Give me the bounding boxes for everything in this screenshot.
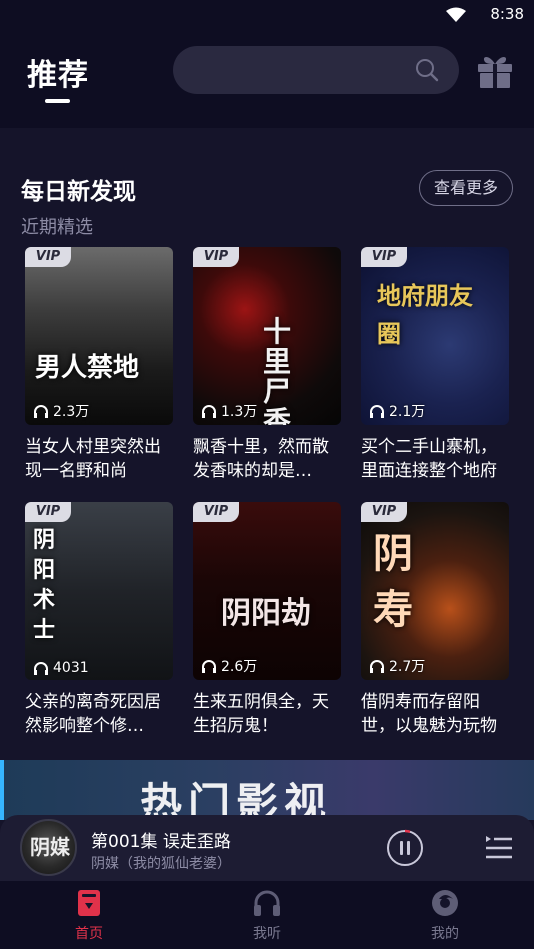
headphones-icon [370,660,384,673]
headphones-icon [202,405,216,418]
gift-icon[interactable] [475,50,515,90]
cover-title: 阴阳劫 [221,596,311,631]
cover-title: 阴阳术士 [33,528,56,643]
cover-title: 阴寿 [373,531,413,633]
nav-label-home: 首页 [75,926,103,942]
nav-label-profile: 我的 [431,926,459,942]
section-title: 每日新发现 [21,179,136,205]
book-cover[interactable]: 阴阳劫 VIP 2.6万 [193,502,341,680]
book-cover[interactable]: 十里尸香 VIP 1.3万 [193,247,341,425]
book-cover[interactable]: 阴寿 VIP 2.7万 [361,502,509,680]
play-count-value: 2.7万 [389,659,426,675]
book-cover[interactable]: 男人禁地 VIP 2.3万 [25,247,173,425]
search-icon[interactable] [415,58,439,82]
book-description[interactable]: 当女人村里突然出现一名野和尚 [25,435,177,483]
bottom-nav: 首页 我听 我的 [0,881,534,949]
book-card[interactable]: 阴阳术士 VIP 4031 父亲的离奇死因居然影响整个修… [25,502,173,738]
book-description[interactable]: 借阴寿而存留阳世，以鬼魅为玩物 [361,690,513,738]
book-description[interactable]: 飘香十里，然而散发香味的却是… [193,435,345,483]
vip-badge: VIP [193,247,239,267]
view-more-button[interactable]: 查看更多 [419,170,513,206]
status-time: 8:38 [490,5,524,23]
mini-player[interactable]: 阴媒 第001集 误走歪路 阴媒（我的狐仙老婆） [0,815,534,881]
headphones-icon [34,662,48,675]
play-count: 2.1万 [369,401,425,421]
nav-item-profile[interactable]: 我的 [400,887,490,943]
wifi-icon [446,7,466,22]
play-count-value: 2.6万 [221,659,258,675]
search-input[interactable] [173,46,459,94]
player-track-title: 第001集 误走歪路 [91,832,231,852]
vip-badge: VIP [361,247,407,267]
nav-label-listen: 我听 [253,926,281,942]
play-count: 2.7万 [369,656,425,676]
playlist-icon[interactable] [484,833,514,863]
top-header: 推荐 [0,28,534,128]
headphones-icon [370,405,384,418]
section-subtitle: 近期精选 [21,217,93,238]
vip-badge: VIP [193,502,239,522]
banner-stripe [0,760,4,820]
book-cover[interactable]: 阴阳术士 VIP 4031 [25,502,173,680]
book-card[interactable]: 男人禁地 VIP 2.3万 当女人村里突然出现一名野和尚 [25,247,173,483]
headphones-icon [34,405,48,418]
profile-icon [432,890,458,916]
play-count-value: 1.3万 [221,404,258,420]
vip-badge: VIP [25,502,71,522]
nav-item-home[interactable]: 首页 [44,887,134,943]
nav-item-listen[interactable]: 我听 [222,887,312,943]
vip-badge: VIP [25,247,71,267]
play-count: 4031 [33,660,89,676]
play-count-value: 2.1万 [389,404,426,420]
cover-title: 地府朋友圈 [377,282,473,348]
book-card[interactable]: 十里尸香 VIP 1.3万 飘香十里，然而散发香味的却是… [193,247,341,483]
status-bar: 8:38 [0,0,534,28]
hot-video-banner[interactable]: 热门影视 [0,760,534,820]
play-count: 2.6万 [201,656,257,676]
banner-title: 热门影视 [140,779,333,820]
play-count-value: 2.3万 [53,404,90,420]
headphones-icon [254,890,280,916]
book-description[interactable]: 父亲的离奇死因居然影响整个修… [25,690,177,738]
cover-title: 男人禁地 [35,353,140,383]
player-album-art[interactable]: 阴媒 [20,819,77,876]
album-art-text: 阴媒 [30,835,70,859]
headphones-icon [202,660,216,673]
tab-indicator [45,99,70,103]
cover-title: 十里尸香 [263,315,292,426]
book-description[interactable]: 生来五阴俱全，天生招厉鬼！ [193,690,345,738]
player-album-name: 阴媒（我的狐仙老婆） [91,856,231,872]
play-count: 2.3万 [33,401,89,421]
pause-icon[interactable] [386,829,424,867]
tab-recommend[interactable]: 推荐 [27,50,89,94]
book-card[interactable]: 地府朋友圈 VIP 2.1万 买个二手山寨机，里面连接整个地府 [361,247,509,483]
book-card[interactable]: 阴寿 VIP 2.7万 借阴寿而存留阳世，以鬼魅为玩物 [361,502,509,738]
play-count-value: 4031 [53,660,89,676]
play-count: 1.3万 [201,401,257,421]
book-card[interactable]: 阴阳劫 VIP 2.6万 生来五阴俱全，天生招厉鬼！ [193,502,341,738]
book-description[interactable]: 买个二手山寨机，里面连接整个地府 [361,435,513,483]
vip-badge: VIP [361,502,407,522]
book-cover[interactable]: 地府朋友圈 VIP 2.1万 [361,247,509,425]
book-icon [78,890,100,916]
